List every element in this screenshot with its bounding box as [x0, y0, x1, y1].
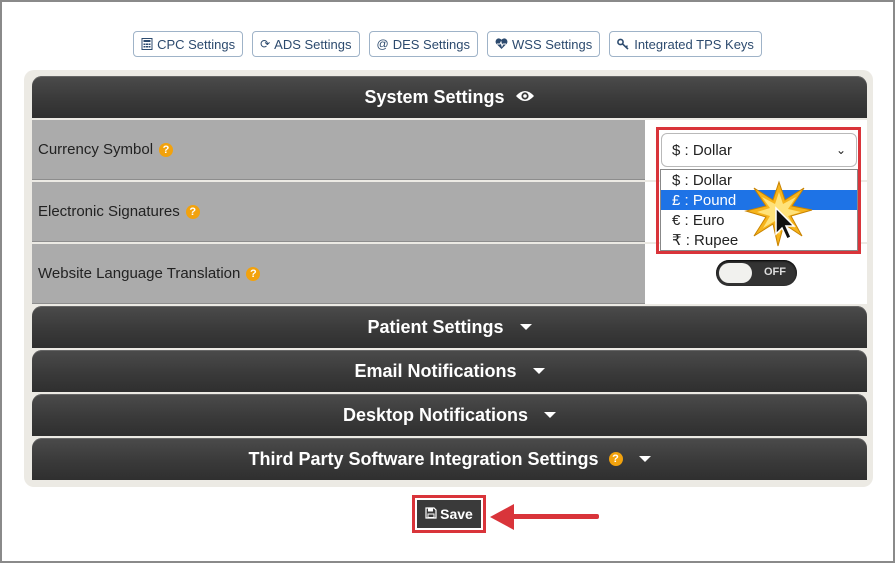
section-title: Third Party Software Integration Setting…	[248, 448, 599, 469]
translation-toggle[interactable]: OFF	[716, 260, 797, 286]
tab-integrated-tps-keys[interactable]: Integrated TPS Keys	[609, 31, 762, 57]
chevron-down-icon: ⌄	[835, 143, 846, 157]
currency-symbol-label: Currency Symbol	[38, 141, 154, 158]
setting-label: Electronic Signatures ?	[32, 182, 645, 242]
toggle-knob	[719, 263, 752, 283]
third-party-integration-header[interactable]: Third Party Software Integration Setting…	[32, 438, 867, 480]
tab-label: DES Settings	[392, 36, 471, 52]
tab-label: WSS Settings	[512, 36, 593, 52]
caret-down-icon	[544, 412, 557, 418]
desktop-notifications-header[interactable]: Desktop Notifications	[32, 394, 867, 436]
key-icon	[617, 38, 630, 50]
tab-ads-settings[interactable]: ⟳ ADS Settings	[252, 31, 360, 57]
system-settings-header[interactable]: System Settings	[32, 76, 867, 118]
calculator-icon	[141, 38, 153, 50]
toggle-state-label: OFF	[764, 266, 786, 278]
save-label: Save	[440, 506, 473, 522]
currency-select[interactable]: $ : Dollar ⌄	[661, 133, 857, 167]
caret-down-icon	[532, 368, 545, 374]
setting-label: Currency Symbol ?	[32, 120, 645, 180]
tab-wss-settings[interactable]: WSS Settings	[487, 31, 601, 57]
annotation-arrow-shaft	[510, 514, 599, 519]
section-title: Patient Settings	[367, 316, 504, 337]
floppy-disk-icon	[425, 506, 437, 522]
help-icon[interactable]: ?	[608, 452, 623, 466]
heartbeat-icon	[495, 38, 508, 50]
electronic-signatures-label: Electronic Signatures	[38, 203, 180, 220]
tab-label: CPC Settings	[157, 36, 236, 52]
tab-cpc-settings[interactable]: CPC Settings	[133, 31, 244, 57]
section-title: System Settings	[364, 86, 505, 107]
eye-icon	[515, 87, 535, 108]
caret-down-icon	[638, 456, 651, 462]
tab-label: Integrated TPS Keys	[634, 36, 754, 52]
setting-label: Website Language Translation ?	[32, 244, 645, 304]
mouse-cursor-icon	[775, 206, 796, 241]
website-language-translation-label: Website Language Translation	[38, 265, 241, 282]
tab-des-settings[interactable]: @ DES Settings	[368, 31, 479, 57]
help-icon[interactable]: ?	[185, 204, 200, 219]
help-icon[interactable]: ?	[159, 142, 174, 157]
patient-settings-header[interactable]: Patient Settings	[32, 306, 867, 348]
section-title: Desktop Notifications	[342, 404, 529, 425]
save-button[interactable]: Save	[417, 500, 481, 528]
settings-tabs: CPC Settings ⟳ ADS Settings @ DES Settin…	[2, 31, 893, 57]
section-title: Email Notifications	[354, 360, 517, 381]
refresh-icon: ⟳	[260, 37, 271, 51]
tab-label: ADS Settings	[274, 36, 352, 52]
at-icon: @	[376, 37, 389, 51]
help-icon[interactable]: ?	[246, 266, 261, 281]
currency-selected-value: $ : Dollar	[672, 141, 733, 159]
caret-down-icon	[519, 324, 532, 330]
email-notifications-header[interactable]: Email Notifications	[32, 350, 867, 392]
